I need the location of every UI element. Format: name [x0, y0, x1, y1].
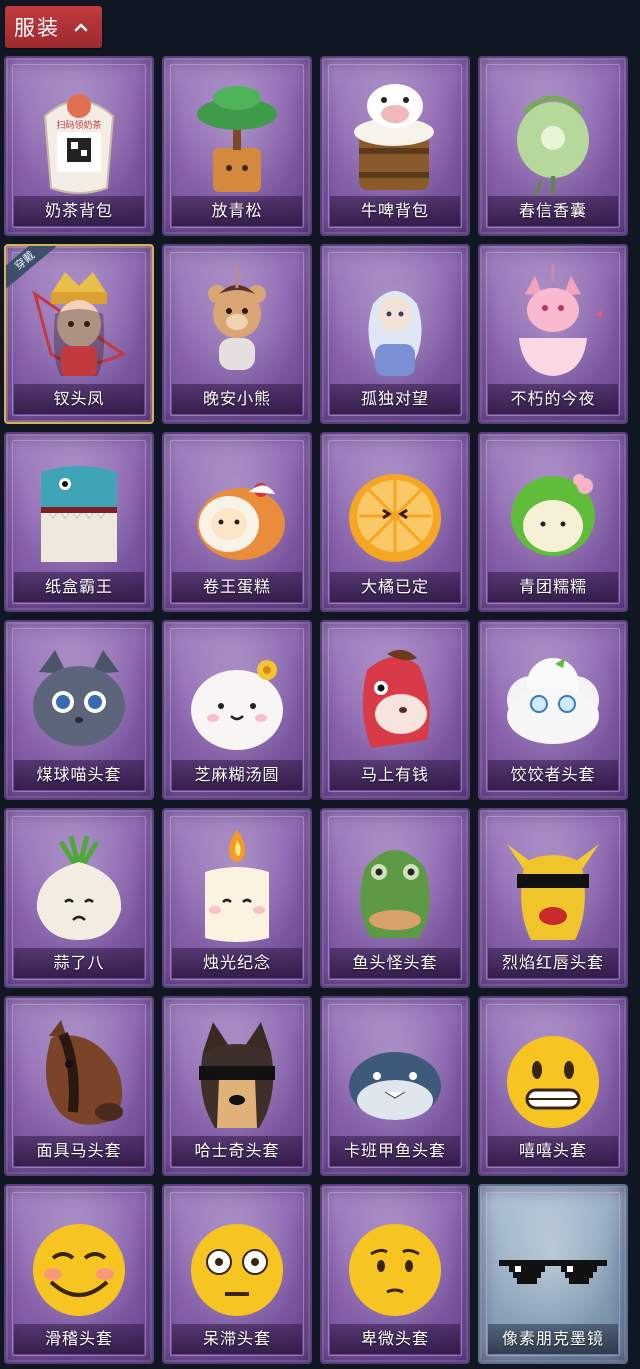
- costume-item-label: 烛光纪念: [172, 948, 302, 978]
- costume-item-label: 放青松: [172, 196, 302, 226]
- humble-icon: [349, 1224, 441, 1316]
- chevron-up-icon: [74, 23, 88, 32]
- costume-item-label: 孤独对望: [330, 384, 460, 414]
- costume-item-garlic[interactable]: 蒜了八: [4, 808, 154, 988]
- yellow-mask-icon: [507, 844, 599, 940]
- costume-section-toggle[interactable]: 服装: [5, 6, 102, 48]
- costume-item-label: 大橘已定: [330, 572, 460, 602]
- costume-grid: 扫码领奶茶奶茶背包 放青松 牛啤背包 春信香囊穿戴 钗头凤 晚安小熊 孤独对望 不朽的今夜纸盒…: [4, 56, 638, 1366]
- costume-item-label: 纸盒霸王: [14, 572, 144, 602]
- green-mochi-icon: [511, 474, 595, 556]
- cat-head-icon: [33, 650, 125, 746]
- costume-item-label: 烈焰红唇头套: [488, 948, 618, 978]
- costume-item-horse-mask[interactable]: 面具马头套: [4, 996, 154, 1176]
- costume-item-cloud-dumpling[interactable]: 饺饺者头套: [478, 620, 628, 800]
- phoenix-girl-icon: [32, 272, 127, 376]
- garlic-icon: [36, 835, 122, 940]
- costume-item-label: 钗头凤: [14, 384, 144, 414]
- costume-item-pine[interactable]: 放青松: [162, 56, 312, 236]
- milk-tea-bag-icon: 扫码领奶茶: [43, 94, 115, 194]
- husky-icon: [199, 1022, 275, 1128]
- costume-item-dumpling[interactable]: 芝麻糊汤圆: [162, 620, 312, 800]
- costume-item-cat-head[interactable]: 煤球喵头套: [4, 620, 154, 800]
- costume-item-label: 晚安小熊: [172, 384, 302, 414]
- figurine-icon: [368, 264, 422, 376]
- costume-item-milk-tea-bag[interactable]: 扫码领奶茶 奶茶背包: [4, 56, 154, 236]
- costume-item-candle[interactable]: 烛光纪念: [162, 808, 312, 988]
- grin-icon: [507, 1036, 599, 1128]
- costume-item-label: 滑稽头套: [14, 1324, 144, 1354]
- costume-item-red-horse[interactable]: 马上有钱: [320, 620, 470, 800]
- fish-mask-icon: [360, 850, 430, 938]
- qr-caption: 扫码领奶茶: [56, 119, 101, 131]
- sachet-icon: [517, 95, 589, 196]
- dumpling-icon: [191, 660, 283, 750]
- pixel-glasses-icon: [499, 1260, 607, 1284]
- costume-item-figurine[interactable]: 孤独对望: [320, 244, 470, 424]
- fox-bowl-icon: [519, 264, 603, 376]
- cow-mug-icon: [354, 84, 434, 190]
- costume-item-label: 嘻嘻头套: [488, 1136, 618, 1166]
- costume-item-roll-cake[interactable]: 卷王蛋糕: [162, 432, 312, 612]
- costume-item-sachet[interactable]: 春信香囊: [478, 56, 628, 236]
- costume-item-label: 卡班甲鱼头套: [330, 1136, 460, 1166]
- costume-item-fish-head[interactable]: 卡班甲鱼头套: [320, 996, 470, 1176]
- costume-item-bear[interactable]: 晚安小熊: [162, 244, 312, 424]
- costume-item-phoenix-girl[interactable]: 穿戴 钗头凤: [4, 244, 154, 424]
- costume-item-label: 像素朋克墨镜: [488, 1324, 618, 1354]
- costume-item-yellow-mask[interactable]: 烈焰红唇头套: [478, 808, 628, 988]
- costume-item-label: 奶茶背包: [14, 196, 144, 226]
- section-title: 服装: [14, 16, 60, 40]
- stare-icon: [191, 1224, 283, 1316]
- costume-item-label: 不朽的今夜: [488, 384, 618, 414]
- costume-item-label: 呆滞头套: [172, 1324, 302, 1354]
- orange-icon: [349, 474, 441, 562]
- pine-icon: [197, 86, 277, 192]
- box-dino-icon: [41, 466, 117, 562]
- costume-item-cow-mug[interactable]: 牛啤背包: [320, 56, 470, 236]
- costume-item-label: 芝麻糊汤圆: [172, 760, 302, 790]
- costume-item-label: 马上有钱: [330, 760, 460, 790]
- bear-icon: [208, 264, 266, 370]
- fish-head-icon: [349, 1052, 441, 1120]
- costume-item-fish-mask[interactable]: 鱼头怪头套: [320, 808, 470, 988]
- red-horse-icon: [362, 649, 430, 748]
- costume-item-label: 卷王蛋糕: [172, 572, 302, 602]
- costume-item-label: 牛啤背包: [330, 196, 460, 226]
- costume-item-label: 哈士奇头套: [172, 1136, 302, 1166]
- costume-item-funny[interactable]: 滑稽头套: [4, 1184, 154, 1364]
- costume-item-box-dino[interactable]: 纸盒霸王: [4, 432, 154, 612]
- roll-cake-icon: [197, 483, 285, 560]
- costume-item-orange[interactable]: 大橘已定: [320, 432, 470, 612]
- candle-icon: [205, 830, 269, 942]
- costume-item-husky[interactable]: 哈士奇头套: [162, 996, 312, 1176]
- costume-item-green-mochi[interactable]: 青团糯糯: [478, 432, 628, 612]
- costume-item-label: 煤球喵头套: [14, 760, 144, 790]
- costume-item-pixel-glasses[interactable]: 像素朋克墨镜: [478, 1184, 628, 1364]
- costume-item-label: 面具马头套: [14, 1136, 144, 1166]
- costume-item-fox-bowl[interactable]: 不朽的今夜: [478, 244, 628, 424]
- horse-mask-icon: [45, 1020, 123, 1125]
- costume-item-humble[interactable]: 卑微头套: [320, 1184, 470, 1364]
- cloud-dumpling-icon: [507, 658, 599, 744]
- costume-item-label: 鱼头怪头套: [330, 948, 460, 978]
- costume-item-label: 青团糯糯: [488, 572, 618, 602]
- funny-icon: [33, 1224, 125, 1316]
- costume-item-label: 春信香囊: [488, 196, 618, 226]
- costume-item-grin[interactable]: 嘻嘻头套: [478, 996, 628, 1176]
- costume-item-label: 饺饺者头套: [488, 760, 618, 790]
- costume-item-label: 蒜了八: [14, 948, 144, 978]
- costume-item-stare[interactable]: 呆滞头套: [162, 1184, 312, 1364]
- costume-item-label: 卑微头套: [330, 1324, 460, 1354]
